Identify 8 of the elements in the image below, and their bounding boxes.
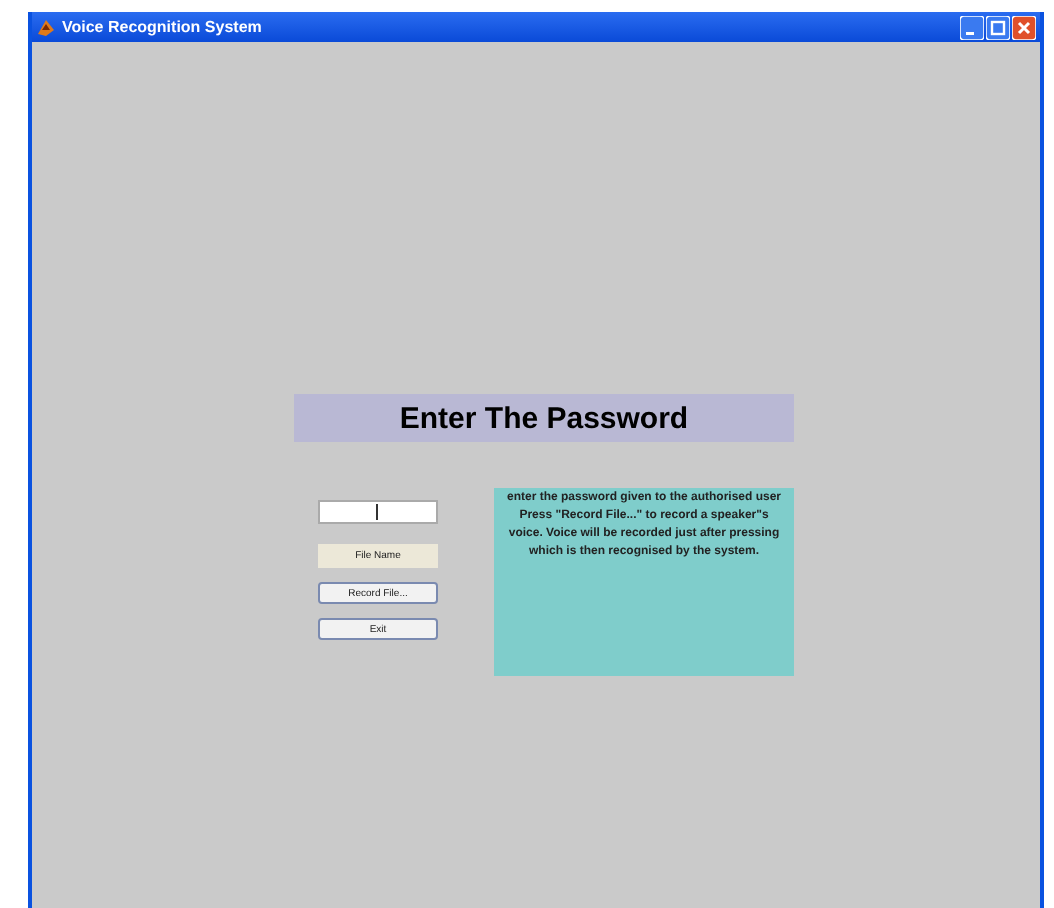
minimize-button[interactable] <box>960 15 984 39</box>
heading-banner: Enter The Password <box>294 394 794 442</box>
password-field[interactable] <box>318 500 438 524</box>
window-title: Voice Recognition System <box>62 18 262 36</box>
app-icon <box>36 17 56 37</box>
maximize-button[interactable] <box>986 15 1010 39</box>
close-button[interactable] <box>1012 15 1036 39</box>
text-cursor <box>376 504 378 520</box>
